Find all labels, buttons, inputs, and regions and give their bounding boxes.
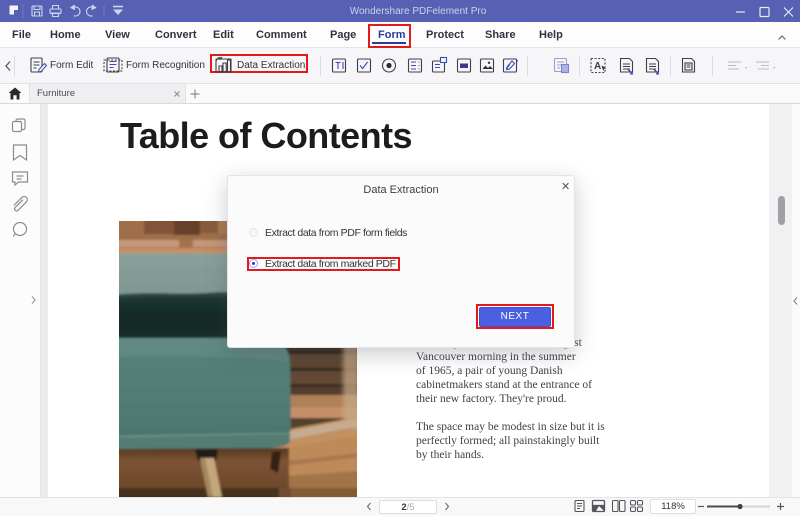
svg-text:A: A <box>594 61 601 72</box>
